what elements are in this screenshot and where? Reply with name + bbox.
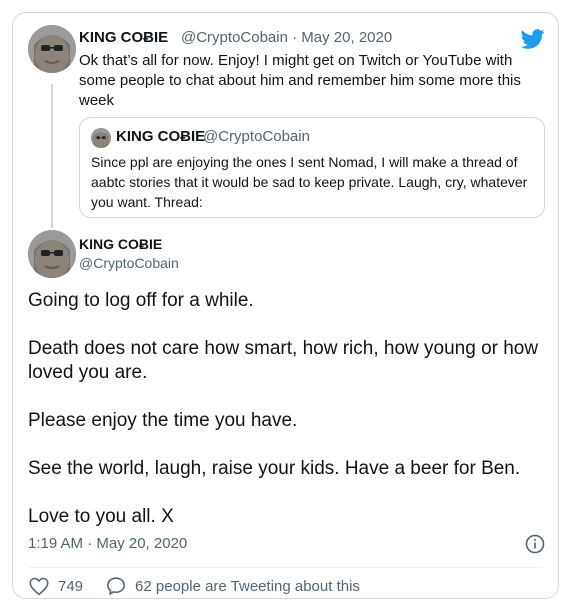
- comment-icon[interactable]: [105, 575, 127, 597]
- separator-dot: ·: [292, 29, 298, 46]
- quoted-tweet-text: Since ppl are enjoying the ones I sent N…: [91, 154, 528, 210]
- retweet-discussion-link[interactable]: 62 people are Tweeting about this: [135, 578, 360, 595]
- action-bar: 749 62 people are Tweeting about this: [28, 575, 360, 597]
- tweet-timestamp[interactable]: 1:19 AM · May 20, 2020: [28, 535, 187, 552]
- tweet-paragraph: Death does not care how smart, how rich,…: [28, 338, 539, 383]
- quoted-author-handle: @CryptoCobain: [203, 128, 310, 145]
- thread-connector-line: [51, 84, 53, 228]
- tweet-paragraph: See the world, laugh, raise your kids. H…: [28, 458, 521, 479]
- main-author-name[interactable]: KING COɃIE: [79, 236, 162, 252]
- tweet-paragraph: Love to you all. X: [28, 506, 174, 527]
- quoted-author-name: KING COɃIE: [116, 128, 206, 145]
- quoted-author-avatar: [91, 128, 111, 148]
- quoted-tweet[interactable]: KING COɃIE @CryptoCobain Since ppl are e…: [79, 117, 545, 218]
- tweet-paragraph: Please enjoy the time you have.: [28, 410, 298, 431]
- heart-icon[interactable]: [28, 575, 50, 597]
- reply-tweet-text: Ok that’s all for now. Enjoy! I might ge…: [79, 52, 521, 109]
- tweet-paragraph: Going to log off for a while.: [28, 290, 254, 311]
- divider: [28, 567, 543, 568]
- like-count[interactable]: 749: [58, 578, 83, 595]
- twitter-bird-icon[interactable]: [520, 27, 545, 51]
- author-handle: @CryptoCobain · May 20, 2020: [181, 29, 392, 46]
- info-icon[interactable]: [524, 533, 546, 555]
- author-handle-text[interactable]: @CryptoCobain: [181, 29, 288, 46]
- author-avatar[interactable]: [28, 25, 76, 73]
- tweet-embed-card: KING COɃIE @CryptoCobain · May 20, 2020 …: [12, 12, 559, 599]
- main-author-handle[interactable]: @CryptoCobain: [79, 255, 179, 271]
- author-name[interactable]: KING COɃIE: [79, 29, 168, 46]
- tweet-date[interactable]: May 20, 2020: [301, 29, 392, 46]
- main-author-avatar[interactable]: [28, 230, 76, 278]
